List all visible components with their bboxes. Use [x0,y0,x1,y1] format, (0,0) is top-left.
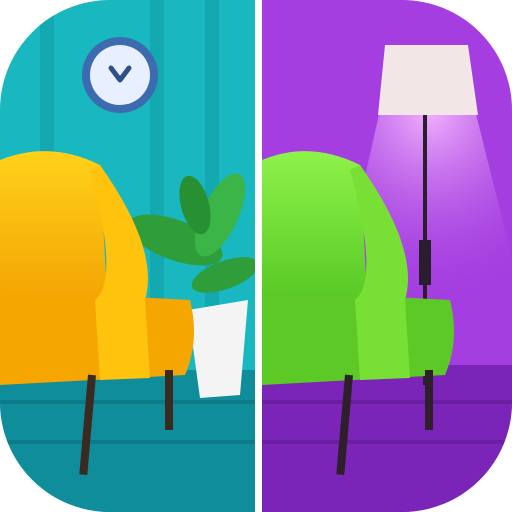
app-icon [0,0,512,512]
divider [255,0,262,512]
right-panel [262,0,512,512]
clock-icon [82,37,158,113]
left-panel [0,0,259,512]
